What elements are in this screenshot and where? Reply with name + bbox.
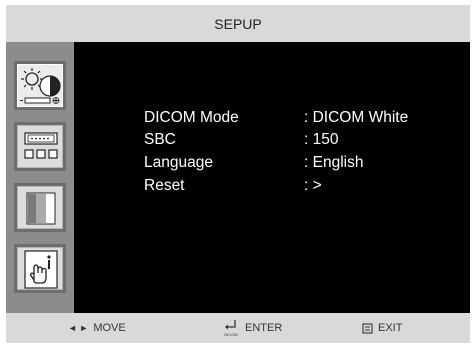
menu-value[interactable]: : English: [304, 152, 363, 173]
osd-window: SEPUP DICOM Mode: DICOM White SBC: 150…: [6, 5, 470, 343]
sidebar-item-brightness[interactable]: [14, 61, 66, 110]
title-bar: SEPUP: [6, 5, 470, 42]
menu-value[interactable]: : >: [304, 175, 322, 196]
exit-icon: [362, 322, 373, 334]
enter-icon-caption: DICOM: [224, 332, 237, 337]
menu-label: Language: [144, 154, 213, 171]
move-hint: ◄ ► MOVE: [68, 313, 126, 343]
enter-icon: DICOM: [222, 318, 240, 338]
menu-value[interactable]: : 150: [304, 129, 338, 150]
sidebar-item-setup[interactable]: [14, 244, 66, 293]
exit-hint: EXIT: [362, 313, 402, 343]
menu-label: SBC: [144, 131, 176, 148]
brightness-contrast-icon: [17, 64, 63, 107]
menu-label: DICOM Mode: [144, 109, 239, 126]
sidebar-item-input[interactable]: [14, 122, 66, 171]
input-connector-icon: [17, 125, 63, 168]
sidebar-item-color[interactable]: [14, 183, 66, 232]
enter-hint: DICOM ENTER: [222, 313, 282, 343]
setup-hand-icon: [17, 247, 63, 290]
menu-value[interactable]: : DICOM White: [304, 107, 408, 128]
move-label: MOVE: [93, 322, 126, 334]
menu-panel: DICOM Mode : DICOM White SBC : 150 Langu…: [74, 42, 470, 313]
color-panel-icon: [17, 186, 63, 229]
enter-label: ENTER: [245, 322, 283, 334]
page-title: SEPUP: [214, 15, 262, 32]
status-bar: ◄ ► MOVE DICOM ENTER EXIT: [6, 313, 470, 343]
menu-label: Reset: [144, 177, 185, 194]
exit-label: EXIT: [378, 322, 403, 334]
arrow-left-right-icon: ◄ ►: [68, 323, 89, 333]
sidebar: [6, 42, 74, 313]
